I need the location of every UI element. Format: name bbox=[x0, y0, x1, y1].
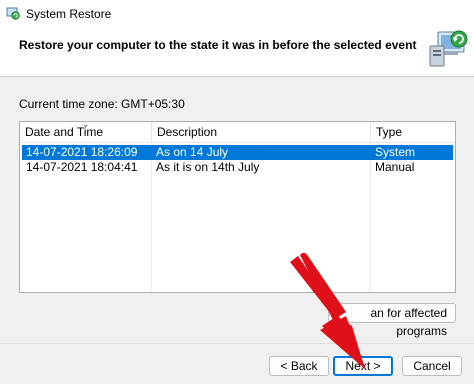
scan-button-label: an for affected programs bbox=[370, 306, 448, 338]
back-button[interactable]: < Back bbox=[269, 356, 329, 376]
scan-affected-programs-button[interactable]: an for affected programs bbox=[328, 303, 456, 338]
column-label: Date and Time bbox=[25, 125, 104, 139]
timezone-label: Current time zone: GMT+05:30 bbox=[19, 97, 185, 111]
cell-date: 14-07-2021 18:04:41 bbox=[26, 160, 138, 174]
cell-description: As on 14 July bbox=[156, 145, 229, 159]
cell-description: As it is on 14th July bbox=[156, 160, 260, 174]
restore-points-list[interactable]: Date and Time ⌄ Description Type 14-07-2… bbox=[19, 121, 456, 293]
table-row[interactable]: 14-07-2021 18:04:41 As it is on 14th Jul… bbox=[22, 160, 453, 175]
sort-indicator-icon: ⌄ bbox=[82, 121, 90, 129]
cell-type: System bbox=[375, 145, 416, 159]
list-header: Date and Time ⌄ Description Type bbox=[20, 122, 455, 143]
cell-type: Manual bbox=[375, 160, 415, 174]
title-bar: System Restore bbox=[0, 0, 474, 28]
column-label: Type bbox=[376, 125, 403, 139]
column-header-date-and-time[interactable]: Date and Time ⌄ bbox=[20, 122, 152, 143]
column-header-description[interactable]: Description bbox=[152, 122, 371, 143]
cell-date: 14-07-2021 18:26:09 bbox=[26, 145, 138, 159]
column-label: Description bbox=[157, 125, 218, 139]
wizard-footer: < Back Next > Cancel bbox=[0, 343, 474, 384]
wizard-content: Current time zone: GMT+05:30 Date and Ti… bbox=[0, 77, 474, 343]
computer-restore-icon bbox=[429, 30, 468, 67]
wizard-header: Restore your computer to the state it wa… bbox=[0, 28, 474, 74]
cancel-button[interactable]: Cancel bbox=[402, 356, 462, 376]
window-title: System Restore bbox=[26, 7, 112, 21]
system-restore-icon bbox=[6, 7, 20, 20]
next-button[interactable]: Next > bbox=[333, 356, 393, 376]
page-heading: Restore your computer to the state it wa… bbox=[19, 38, 417, 52]
column-header-type[interactable]: Type bbox=[371, 122, 455, 143]
table-row-selected[interactable]: 14-07-2021 18:26:09 As on 14 July System bbox=[22, 145, 453, 160]
